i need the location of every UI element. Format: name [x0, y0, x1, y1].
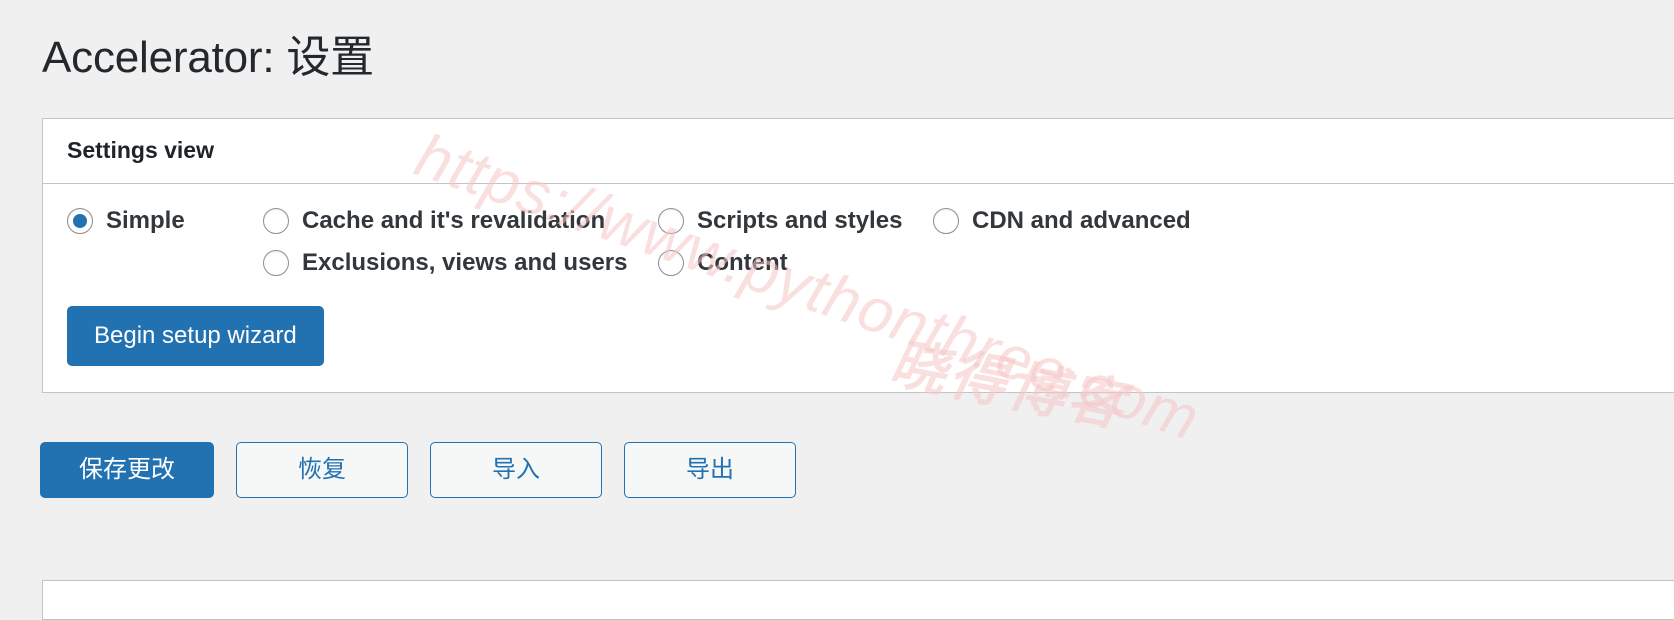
next-settings-card: [42, 580, 1674, 620]
action-bar: 保存更改 恢复 导入 导出: [40, 442, 796, 498]
radio-label-content: Content: [697, 248, 788, 276]
radio-option-simple[interactable]: Simple: [67, 206, 263, 236]
save-changes-button[interactable]: 保存更改: [40, 442, 214, 498]
radio-label-cache-and-revalidation: Cache and it's revalidation: [302, 206, 606, 234]
settings-view-card-header: Settings view: [43, 119, 1674, 184]
radio-option-scripts-and-styles[interactable]: Scripts and styles: [658, 206, 933, 236]
begin-setup-wizard-button[interactable]: Begin setup wizard: [67, 305, 324, 366]
radio-mark-icon[interactable]: [263, 207, 289, 234]
radio-dot-icon: [73, 213, 87, 228]
radio-label-simple: Simple: [106, 206, 185, 234]
settings-view-radio-group: Simple Cache and it's revalidation Scrip…: [67, 206, 1674, 278]
radio-mark-icon[interactable]: [658, 207, 684, 234]
radio-option-cdn-and-advanced[interactable]: CDN and advanced: [933, 206, 1353, 236]
radio-option-content[interactable]: Content: [658, 248, 933, 278]
radio-label-exclusions-views-and-users: Exclusions, views and users: [302, 248, 628, 276]
export-button[interactable]: 导出: [624, 442, 796, 498]
wizard-row: Begin setup wizard: [67, 305, 1674, 366]
radio-label-cdn-and-advanced: CDN and advanced: [972, 206, 1191, 234]
page-title: Accelerator: 设置: [42, 33, 374, 82]
radio-label-scripts-and-styles: Scripts and styles: [697, 206, 903, 234]
import-button[interactable]: 导入: [430, 442, 602, 498]
radio-mark-icon[interactable]: [263, 249, 289, 276]
radio-mark-icon[interactable]: [658, 249, 684, 276]
settings-view-card-body: Simple Cache and it's revalidation Scrip…: [43, 184, 1674, 392]
settings-view-card: Settings view Simple Cache and it's reva…: [42, 118, 1674, 393]
settings-page: https://www.pythonthree.com 晓得博客 Acceler…: [0, 0, 1674, 620]
settings-view-title: Settings view: [67, 137, 214, 163]
restore-button[interactable]: 恢复: [236, 442, 408, 498]
radio-mark-icon[interactable]: [67, 207, 93, 234]
radio-option-cache-and-revalidation[interactable]: Cache and it's revalidation: [263, 206, 658, 236]
radio-option-exclusions-views-and-users[interactable]: Exclusions, views and users: [263, 248, 658, 278]
radio-mark-icon[interactable]: [933, 207, 959, 234]
